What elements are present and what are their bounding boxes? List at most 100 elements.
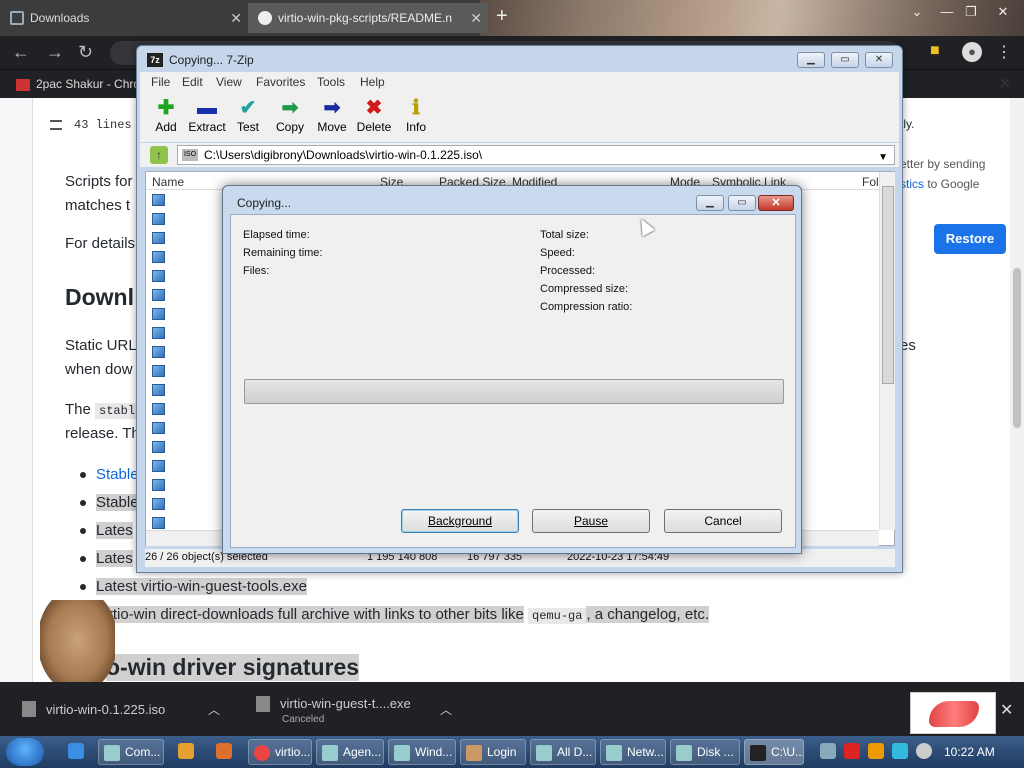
tray-icon[interactable] [820, 743, 836, 759]
file-row-icon[interactable] [152, 213, 165, 225]
close-downloads-icon[interactable]: ✕ [1000, 700, 1013, 720]
file-row-icon[interactable] [152, 441, 165, 453]
media-icon[interactable] [178, 743, 194, 759]
page-scrollbar[interactable] [1010, 98, 1024, 682]
restore-icon[interactable]: ❐ [958, 4, 984, 20]
copying-dialog: Copying... ▁ ▭ ✕ Elapsed time: Remaining… [222, 185, 802, 554]
file-row-icon[interactable] [152, 270, 165, 282]
bookmark-item[interactable]: 2pac Shakur - Chro [16, 77, 140, 91]
outline-icon[interactable] [50, 119, 62, 130]
minimize-button[interactable]: ▁ [696, 195, 724, 211]
list-item[interactable]: virtio-win direct-downloads full archive… [97, 604, 710, 627]
app-icon[interactable] [216, 743, 232, 759]
delete-button[interactable]: ✖ Delete [352, 96, 396, 134]
menu-file[interactable]: File [151, 75, 170, 89]
maximize-button[interactable]: ▭ [728, 195, 756, 211]
add-button[interactable]: ✚ Add [144, 96, 188, 134]
minimize-icon[interactable]: — [934, 4, 960, 19]
ie-icon[interactable] [68, 743, 84, 759]
file-row-icon[interactable] [152, 251, 165, 263]
file-row-icon[interactable] [152, 422, 165, 434]
tray-icon[interactable] [844, 743, 860, 759]
new-tab-icon[interactable]: + [496, 5, 508, 28]
file-row-icon[interactable] [152, 232, 165, 244]
cancel-button[interactable]: Cancel [664, 509, 782, 533]
download-item[interactable]: virtio-win-guest-t....exe Canceled ︿ [256, 682, 452, 736]
chevron-up-icon[interactable]: ︿ [440, 701, 452, 718]
taskbar-item[interactable]: virtio... [248, 739, 312, 765]
file-row-icon[interactable] [152, 479, 165, 491]
restore-button[interactable]: Restore [934, 224, 1006, 254]
vertical-scrollbar[interactable] [879, 172, 895, 530]
close-window-icon[interactable]: ✕ [990, 4, 1016, 20]
tray-icon[interactable] [868, 743, 884, 759]
taskbar-item[interactable]: Wind... [388, 739, 456, 765]
info-button[interactable]: ℹ Info [394, 96, 438, 134]
file-row-icon[interactable] [152, 327, 165, 339]
extension-icon[interactable]: ■ [930, 42, 940, 60]
tray-icon[interactable] [916, 743, 932, 759]
address-row: ↑ ISO C:\Users\digibrony\Downloads\virti… [140, 143, 899, 167]
chevron-down-icon[interactable]: ⌄ [904, 4, 930, 20]
taskbar-item[interactable]: Netw... [600, 739, 666, 765]
file-row-icon[interactable] [152, 460, 165, 472]
list-item[interactable]: Latest virtio-win-guest-tools.exe [80, 576, 307, 598]
maximize-button[interactable]: ▭ [831, 52, 859, 68]
list-item[interactable]: Stable [80, 464, 139, 486]
close-button[interactable]: ✕ [865, 52, 893, 68]
tray-icon[interactable] [892, 743, 908, 759]
tab-downloads[interactable]: Downloads ✕ [0, 3, 248, 33]
file-row-icon[interactable] [152, 498, 165, 510]
file-row-icon[interactable] [152, 289, 165, 301]
back-icon[interactable]: ← [12, 42, 30, 63]
file-row-icon[interactable] [152, 365, 165, 377]
taskbar-item[interactable]: Com... [98, 739, 164, 765]
close-button[interactable]: ✕ [758, 195, 794, 211]
file-row-icon[interactable] [152, 346, 165, 358]
taskbar-item-7zip[interactable]: C:\U... [744, 739, 804, 765]
ad-thumbnail-image[interactable] [910, 692, 996, 734]
list-item[interactable]: Lates [80, 520, 133, 542]
forward-icon[interactable]: → [46, 42, 64, 63]
more-menu-icon[interactable]: ⋮ [996, 42, 1012, 62]
menu-help[interactable]: Help [360, 75, 385, 89]
pause-button[interactable]: Pause [532, 509, 650, 533]
test-button[interactable]: ✔ Test [226, 96, 270, 134]
close-tab-icon[interactable]: ✕ [470, 10, 482, 27]
menu-edit[interactable]: Edit [182, 75, 203, 89]
file-row-icon[interactable] [152, 194, 165, 206]
path-combobox[interactable]: ISO C:\Users\digibrony\Downloads\virtio-… [177, 145, 895, 165]
taskbar-item[interactable]: All D... [530, 739, 596, 765]
statistics-link[interactable]: stics [900, 177, 924, 191]
list-item[interactable]: Stable [80, 492, 139, 514]
file-row-icon[interactable] [152, 384, 165, 396]
taskbar-item[interactable]: Agen... [316, 739, 384, 765]
extract-button[interactable]: ▬ Extract [185, 96, 229, 134]
column-name[interactable]: Name [152, 175, 184, 189]
file-row-icon[interactable] [152, 308, 165, 320]
taskbar-item[interactable]: Login [460, 739, 526, 765]
start-button[interactable] [6, 738, 44, 766]
file-row-icon[interactable] [152, 403, 165, 415]
background-button[interactable]: Background [401, 509, 519, 533]
taskbar-item[interactable]: Disk ... [670, 739, 740, 765]
tab-readme[interactable]: virtio-win-pkg-scripts/README.n ✕ [248, 3, 488, 33]
column-folders[interactable]: Fol [862, 175, 879, 189]
reload-icon[interactable]: ↻ [78, 42, 93, 63]
copy-button[interactable]: ➡ Copy [268, 96, 312, 134]
menu-tools[interactable]: Tools [317, 75, 345, 89]
chevron-down-icon[interactable]: ▼ [878, 149, 888, 167]
chevron-up-icon[interactable]: ︿ [208, 701, 220, 718]
file-row-icon[interactable] [152, 517, 165, 529]
menu-favorites[interactable]: Favorites [256, 75, 305, 89]
move-button[interactable]: ➡ Move [310, 96, 354, 134]
profile-avatar-icon[interactable]: ● [962, 42, 982, 62]
menu-view[interactable]: View [216, 75, 242, 89]
close-popup-icon[interactable]: ✕ [998, 74, 1011, 94]
folder-up-icon[interactable]: ↑ [150, 146, 168, 164]
close-tab-icon[interactable]: ✕ [230, 10, 242, 27]
minimize-button[interactable]: ▁ [797, 52, 825, 68]
clock[interactable]: 10:22 AM [944, 745, 995, 759]
download-item[interactable]: virtio-win-0.1.225.iso ︿ [22, 682, 220, 736]
list-item[interactable]: Lates [80, 548, 133, 570]
